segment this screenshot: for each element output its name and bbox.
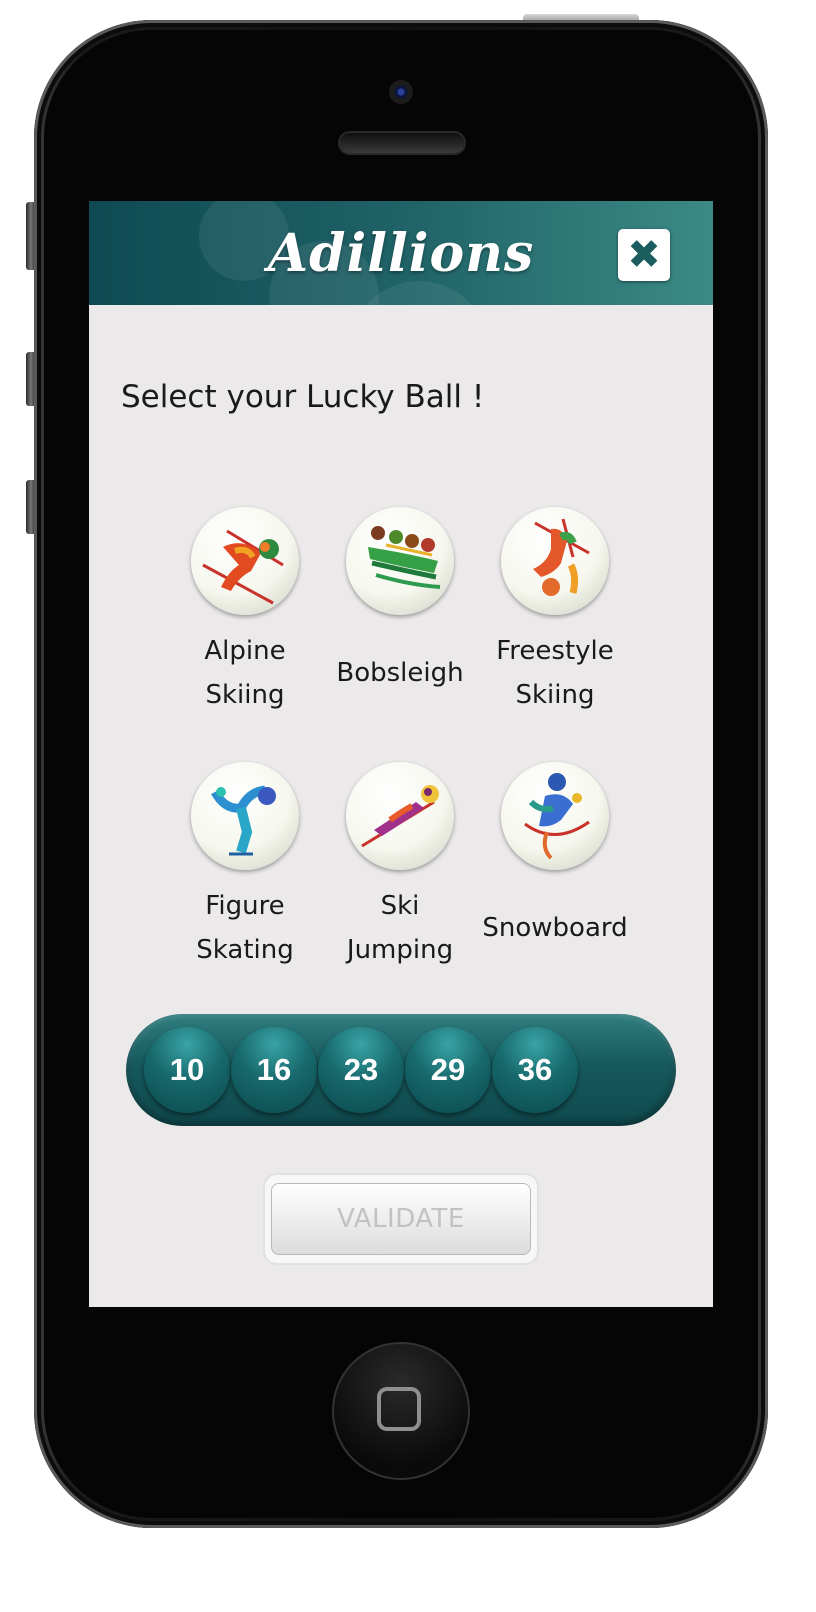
validate-button-frame: VALIDATE [265, 1175, 537, 1263]
number-ball: 36 [492, 1027, 578, 1113]
bobsleigh-icon [346, 507, 454, 615]
number-ball: 23 [318, 1027, 404, 1113]
app-header: Adillions ✖ [89, 201, 713, 305]
validate-button[interactable]: VALIDATE [271, 1183, 531, 1255]
snowboard-icon [501, 762, 609, 870]
sport-option-freestyle-skiing[interactable]: Freestyle Skiing [475, 507, 635, 717]
sport-option-figure-skating[interactable]: Figure Skating [165, 762, 325, 972]
sport-option-bobsleigh[interactable]: Bobsleigh [320, 507, 480, 717]
select-lucky-ball-prompt: Select your Lucky Ball ! [121, 379, 485, 415]
sport-label: Snowboard [482, 913, 628, 943]
alpine-skiing-icon [191, 507, 299, 615]
sport-option-snowboard[interactable]: Snowboard [475, 762, 635, 972]
sport-label: Alpine Skiing [204, 636, 286, 710]
freestyle-skiing-icon [501, 507, 609, 615]
sport-label: Freestyle Skiing [496, 636, 614, 710]
sport-option-ski-jumping[interactable]: Ski Jumping [320, 762, 480, 972]
number-ball: 29 [405, 1027, 491, 1113]
number-ball: 16 [231, 1027, 317, 1113]
earpiece-speaker [340, 133, 464, 153]
home-square-icon [377, 1387, 421, 1431]
close-x-icon: ✖ [627, 232, 661, 278]
figure-skating-icon [191, 762, 299, 870]
front-camera [389, 80, 413, 104]
sport-label: Bobsleigh [336, 658, 464, 688]
number-ball: 10 [144, 1027, 230, 1113]
sport-label: Ski Jumping [346, 891, 454, 965]
sport-option-alpine-skiing[interactable]: Alpine Skiing [165, 507, 325, 717]
home-button[interactable] [332, 1342, 470, 1480]
ski-jumping-icon [346, 762, 454, 870]
close-button[interactable]: ✖ [618, 229, 670, 281]
app-screen: Adillions ✖ Select your Lucky Ball ! Alp… [89, 201, 713, 1307]
selected-numbers-bar: 10 16 23 29 36 [126, 1014, 676, 1126]
sport-label: Figure Skating [196, 891, 294, 965]
